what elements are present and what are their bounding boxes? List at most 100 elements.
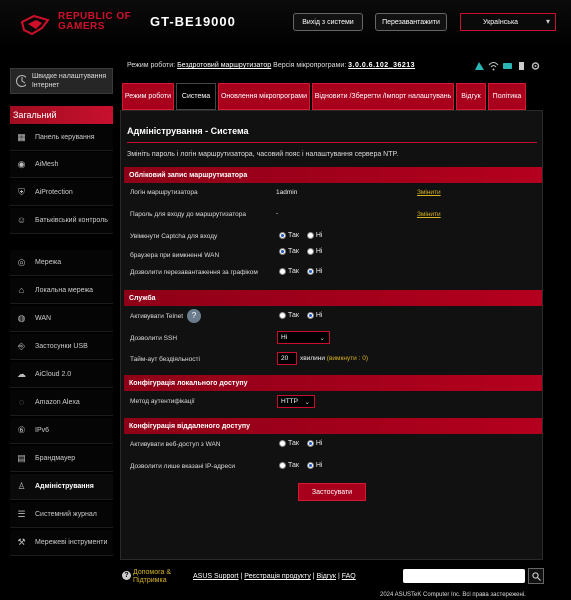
- idle-timeout-unit: хвилини (вимкнути : 0): [300, 355, 369, 362]
- sidebar-item-parental[interactable]: ☺ Батьківський контроль: [10, 208, 113, 234]
- tab-feedback[interactable]: Відгук: [456, 83, 486, 110]
- firewall-icon: ▤: [17, 453, 26, 463]
- login-value: 1admin: [276, 189, 298, 196]
- sidebar-item-label: Брандмауер: [35, 455, 76, 462]
- ssh-select[interactable]: Ні ⌄: [277, 331, 330, 344]
- apply-button[interactable]: Застосувати: [298, 483, 366, 501]
- sidebar-item-label: Локальна мережа: [35, 287, 94, 294]
- sidebar-item-label: Застосунки USB: [35, 343, 88, 350]
- password-value: -: [276, 210, 279, 217]
- sidebar-item-log[interactable]: ☰ Системний журнал: [10, 502, 113, 528]
- status-line: Режим роботи: Бездротовий маршрутизатор …: [127, 62, 415, 69]
- tab-policy[interactable]: Політика: [488, 83, 526, 110]
- ip-limit-no-radio[interactable]: Ні: [306, 462, 323, 469]
- asus-support-link[interactable]: ASUS Support: [193, 573, 239, 580]
- chevron-down-icon: ▾: [545, 17, 550, 26]
- reboot-button[interactable]: Перезавантажити: [375, 13, 447, 31]
- tab-operation-mode[interactable]: Режим роботи: [122, 83, 174, 110]
- sidebar-item-label: IPv6: [35, 427, 50, 434]
- mode-label: Режим роботи:: [127, 62, 176, 69]
- sidebar-item-tools[interactable]: ⚒ Мережеві інструменти: [10, 530, 113, 556]
- sidebar-item-label: Amazon Alexa: [35, 399, 80, 406]
- browser-wan-label: браузера при вимкненні WAN: [130, 252, 220, 259]
- quick-setup-button[interactable]: Швидке налаштування Інтернет: [10, 68, 113, 94]
- section-local-access-header: Конфігурація локального доступу: [124, 375, 542, 391]
- sidebar-item-label: AiProtection: [35, 189, 73, 196]
- sidebar-item-globe[interactable]: ◍ WAN: [10, 306, 113, 332]
- reboot-schedule-radio-group: Так Ні: [279, 268, 329, 277]
- sidebar-item-label: Мережа: [35, 259, 62, 266]
- status-icons: [474, 61, 541, 71]
- settings-gear-icon[interactable]: [530, 61, 541, 71]
- fw-link[interactable]: 3.0.0.6.102_36213: [348, 62, 415, 69]
- ip-limit-label: Дозволити лише вказані IP-адреси: [130, 463, 235, 470]
- web-access-yes-radio[interactable]: Так: [279, 440, 299, 447]
- link-status-icon[interactable]: [502, 61, 513, 71]
- cloud-icon: ☁: [17, 369, 26, 379]
- sidebar-item-cloud[interactable]: ☁ AiCloud 2.0: [10, 362, 113, 388]
- sidebar-item-lan[interactable]: ⌂ Локальна мережа: [10, 278, 113, 304]
- sidebar-item-usb[interactable]: ⎆ Застосунки USB: [10, 334, 113, 360]
- search-icon[interactable]: [528, 568, 544, 584]
- sidebar-item-firewall[interactable]: ▤ Брандмауер: [10, 446, 113, 472]
- tab-restore-save[interactable]: Відновити /Зберегти /Імпорт налаштувань: [312, 83, 454, 110]
- logout-button[interactable]: Вихід з системи: [293, 13, 363, 31]
- captcha-no-radio[interactable]: Ні: [306, 232, 323, 239]
- ip-limit-yes-radio[interactable]: Так: [279, 462, 299, 469]
- ip-limit-radio-group: Так Ні: [279, 462, 329, 471]
- ipv6-icon: ⑥: [17, 425, 26, 435]
- sidebar-item-ipv6[interactable]: ⑥ IPv6: [10, 418, 113, 444]
- model-name: GT-BE19000: [150, 14, 236, 29]
- help-support-link[interactable]: Допомога & Підтримка: [133, 569, 185, 585]
- sidebar-item-label: AiMesh: [35, 161, 59, 168]
- auth-method-label: Метод аутентифікації: [130, 398, 195, 405]
- copyright: 2024 ASUSTeK Computer Inc. Всі права зас…: [380, 592, 526, 598]
- sidebar-item-mesh[interactable]: ◉ AiMesh: [10, 152, 113, 178]
- reboot-schedule-no-radio[interactable]: Ні: [306, 268, 323, 275]
- network-status-icon[interactable]: [474, 61, 485, 71]
- sidebar-item-shield[interactable]: ⛨ AiProtection: [10, 180, 113, 206]
- auth-method-select[interactable]: HTTP ⌄: [277, 395, 315, 408]
- quick-setup-label: Швидке налаштування Інтернет: [31, 73, 107, 89]
- change-password-link[interactable]: Змінити: [417, 211, 441, 218]
- captcha-yes-radio[interactable]: Так: [279, 232, 299, 239]
- brand-line2: GAMERS: [58, 21, 105, 32]
- browser-wan-no-radio[interactable]: Ні: [306, 248, 323, 255]
- log-icon: ☰: [17, 509, 26, 519]
- password-label: Пароль для входу до маршрутизатора: [130, 211, 246, 218]
- telnet-yes-radio[interactable]: Так: [279, 312, 299, 319]
- chevron-down-icon: ⌄: [304, 398, 310, 406]
- feedback-link[interactable]: Відгук: [317, 573, 336, 580]
- telnet-no-radio[interactable]: Ні: [306, 312, 323, 319]
- browser-wan-yes-radio[interactable]: Так: [279, 248, 299, 255]
- reboot-schedule-yes-radio[interactable]: Так: [279, 268, 299, 275]
- mode-link[interactable]: Бездротовий маршрутизатор: [177, 62, 271, 69]
- wifi-status-icon[interactable]: [488, 61, 499, 71]
- footer-search-input[interactable]: [403, 569, 525, 583]
- tab-firmware-upgrade[interactable]: Оновлення мікропрограми: [218, 83, 310, 110]
- usb-status-icon[interactable]: [516, 61, 527, 71]
- sidebar-item-admin[interactable]: ♙ Адміністрування: [10, 474, 113, 500]
- idle-timeout-hint: (вимкнути : 0): [326, 355, 369, 362]
- section-service-header: Служба: [124, 290, 542, 306]
- mesh-icon: ◉: [17, 159, 26, 169]
- reboot-schedule-label: Дозволити перезавантаження за графіком: [130, 269, 258, 276]
- captcha-label: Увімкнути Captcha для входу: [130, 233, 218, 240]
- language-select[interactable]: Українська ▾: [460, 13, 556, 31]
- sidebar-item-dashboard[interactable]: ▦ Панель керування: [10, 125, 113, 151]
- admin-icon: ♙: [17, 481, 26, 491]
- sidebar-item-alexa[interactable]: ◌ Amazon Alexa: [10, 390, 113, 416]
- brand-logo: REPUBLIC OF GAMERS: [58, 12, 131, 32]
- help-info-icon[interactable]: ?: [187, 309, 201, 323]
- web-access-wan-radio-group: Так Ні: [279, 440, 329, 449]
- shield-icon: ⛨: [18, 187, 25, 197]
- tab-system[interactable]: Система: [176, 83, 216, 110]
- sidebar-item-label: Системний журнал: [35, 511, 97, 518]
- change-login-link[interactable]: Змінити: [417, 189, 441, 196]
- web-access-no-radio[interactable]: Ні: [306, 440, 323, 447]
- product-registration-link[interactable]: Реєстрація продукту: [244, 573, 311, 580]
- faq-link[interactable]: FAQ: [342, 573, 356, 580]
- idle-timeout-input[interactable]: 20: [277, 352, 297, 365]
- tools-icon: ⚒: [17, 537, 26, 547]
- sidebar-item-network[interactable]: ◎ Мережа: [10, 250, 113, 276]
